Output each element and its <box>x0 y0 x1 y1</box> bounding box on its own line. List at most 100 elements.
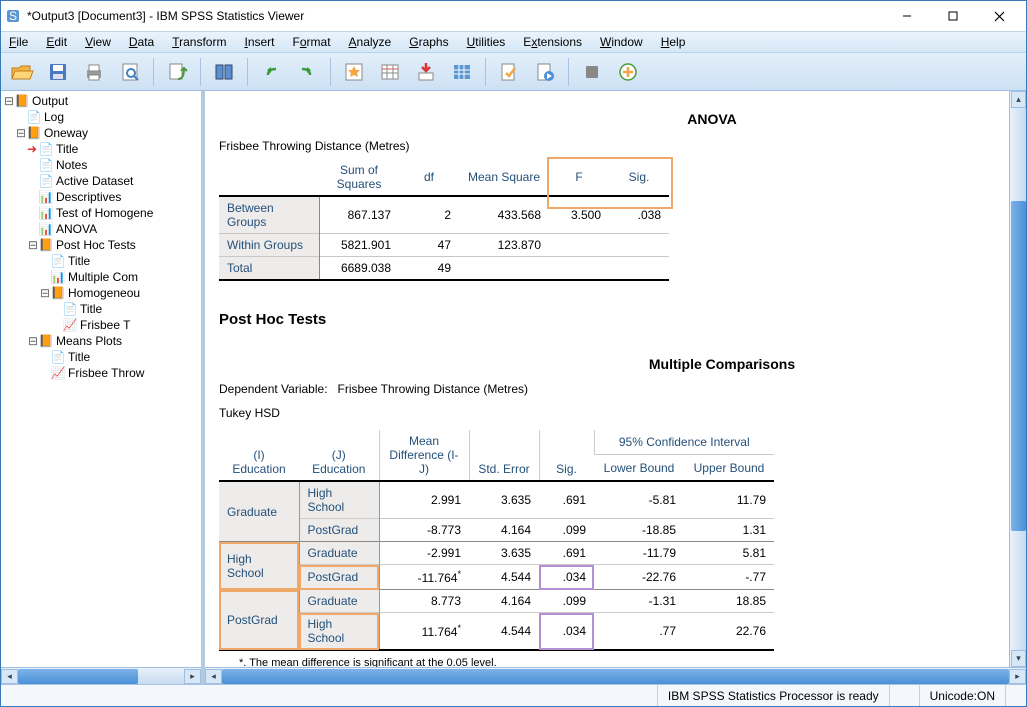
col-sig: Sig. <box>609 159 669 196</box>
minimize-button[interactable] <box>884 1 930 31</box>
col-ss: Sum of Squares <box>319 159 399 196</box>
col-se: Std. Error <box>469 430 539 481</box>
mc-footnote: *. The mean difference is significant at… <box>239 657 995 667</box>
grp-postgrad: PostGrad <box>219 590 299 651</box>
menu-data[interactable]: Data <box>129 35 154 49</box>
close-button[interactable] <box>976 1 1022 31</box>
tree-oneway[interactable]: Oneway <box>44 126 88 140</box>
menu-format[interactable]: Format <box>293 35 331 49</box>
row-total: Total <box>219 257 319 281</box>
col-md: Mean Difference (I-J) <box>379 430 469 481</box>
app-icon: S <box>5 8 21 24</box>
col-sig2: Sig. <box>539 430 594 481</box>
save-icon[interactable] <box>43 57 73 87</box>
menu-utilities[interactable]: Utilities <box>467 35 506 49</box>
table-node-icon: 📊 <box>51 270 65 284</box>
col-j: (J) Education <box>299 430 379 481</box>
output-viewer[interactable]: ANOVA Frisbee Throwing Distance (Metres)… <box>205 91 1009 667</box>
tree-homo[interactable]: Test of Homogene <box>56 206 153 220</box>
depvar: Frisbee Throwing Distance (Metres) <box>338 382 529 396</box>
col-df: df <box>399 159 459 196</box>
menu-analyze[interactable]: Analyze <box>349 35 392 49</box>
tree-means[interactable]: Means Plots <box>56 334 122 348</box>
chart-icon[interactable] <box>339 57 369 87</box>
doc-play-icon[interactable] <box>530 57 560 87</box>
print-icon[interactable] <box>79 57 109 87</box>
tree-descriptives[interactable]: Descriptives <box>56 190 121 204</box>
main-hscroll[interactable]: ◂ ▸ <box>205 667 1026 684</box>
tree-output[interactable]: Output <box>32 94 68 108</box>
folder-icon: 📙 <box>39 238 53 252</box>
chart-node-icon: 📈 <box>63 318 77 332</box>
dataset-icon: 📄 <box>39 174 53 188</box>
dialog-icon[interactable] <box>209 57 239 87</box>
insert-down-icon[interactable] <box>411 57 441 87</box>
preview-icon[interactable] <box>115 57 145 87</box>
menu-file[interactable]: FFileile <box>9 35 28 49</box>
col-ci: 95% Confidence Interval <box>594 430 774 455</box>
grp-graduate: Graduate <box>219 481 299 542</box>
row-within: Within Groups <box>219 234 319 257</box>
tree-mp-title[interactable]: Title <box>68 350 90 364</box>
menu-view[interactable]: View <box>85 35 111 49</box>
menu-window[interactable]: Window <box>600 35 643 49</box>
table-node-icon: 📊 <box>39 222 53 236</box>
chart-node-icon: 📈 <box>51 366 65 380</box>
tree-hs-title[interactable]: Title <box>80 302 102 316</box>
tree-frisbee[interactable]: Frisbee T <box>80 318 130 332</box>
outline-sidebar: ⊟📙Output 📄Log ⊟📙Oneway ➜📄Title 📄Notes 📄A… <box>1 91 205 684</box>
mc-heading: Multiple Comparisons <box>449 356 995 372</box>
grp-highschool: High School <box>219 542 299 590</box>
col-i: (I) Education <box>219 430 299 481</box>
stop-icon[interactable] <box>577 57 607 87</box>
tree-title[interactable]: Title <box>56 142 78 156</box>
mc-table: (I) Education (J) Education Mean Differe… <box>219 430 774 651</box>
tree-anova[interactable]: ANOVA <box>56 222 97 236</box>
outline-tree[interactable]: ⊟📙Output 📄Log ⊟📙Oneway ➜📄Title 📄Notes 📄A… <box>1 91 201 667</box>
tree-notes[interactable]: Notes <box>56 158 87 172</box>
status-ready: IBM SPSS Statistics Processor is ready <box>657 685 889 706</box>
tree-active[interactable]: Active Dataset <box>56 174 133 188</box>
maximize-button[interactable] <box>930 1 976 31</box>
table-node-icon: 📊 <box>39 206 53 220</box>
menu-help[interactable]: Help <box>661 35 686 49</box>
title-icon: 📄 <box>63 302 77 316</box>
col-ub: Upper Bound <box>684 455 774 481</box>
grid-icon[interactable] <box>447 57 477 87</box>
tree-multcomp[interactable]: Multiple Com <box>68 270 138 284</box>
table-icon[interactable] <box>375 57 405 87</box>
doc-check-icon[interactable] <box>494 57 524 87</box>
tree-ph-title[interactable]: Title <box>68 254 90 268</box>
titlebar[interactable]: S *Output3 [Document3] - IBM SPSS Statis… <box>1 1 1026 31</box>
log-icon: 📄 <box>27 110 41 124</box>
sidebar-hscroll[interactable]: ◂ ▸ <box>1 667 201 684</box>
menu-transform[interactable]: Transform <box>172 35 226 49</box>
tree-log[interactable]: Log <box>44 110 64 124</box>
anova-table: Sum of Squares df Mean Square F Sig. Bet… <box>219 159 669 281</box>
menu-edit[interactable]: Edit <box>46 35 67 49</box>
posthoc-heading: Post Hoc Tests <box>219 311 995 328</box>
svg-text:S: S <box>9 9 17 23</box>
tree-mp-frisbee[interactable]: Frisbee Throw <box>68 366 144 380</box>
tree-homosub[interactable]: Homogeneou <box>68 286 140 300</box>
redo-icon[interactable] <box>292 57 322 87</box>
col-ms: Mean Square <box>459 159 549 196</box>
status-unicode: Unicode:ON <box>919 685 1005 706</box>
main-vscroll[interactable]: ▴ ▾ <box>1009 91 1026 667</box>
table-node-icon: 📊 <box>39 190 53 204</box>
window-title: *Output3 [Document3] - IBM SPSS Statisti… <box>27 9 884 23</box>
menu-insert[interactable]: Insert <box>244 35 274 49</box>
open-icon[interactable] <box>7 57 37 87</box>
tree-posthoc[interactable]: Post Hoc Tests <box>56 238 136 252</box>
col-lb: Lower Bound <box>594 455 684 481</box>
export-icon[interactable] <box>162 57 192 87</box>
folder-icon: 📙 <box>39 334 53 348</box>
menu-extensions[interactable]: Extensions <box>523 35 582 49</box>
anova-caption: Frisbee Throwing Distance (Metres) <box>219 139 995 153</box>
menubar: FFileile Edit View Data Transform Insert… <box>1 31 1026 53</box>
add-icon[interactable] <box>613 57 643 87</box>
mc-method: Tukey HSD <box>219 406 995 420</box>
notes-icon: 📄 <box>39 158 53 172</box>
undo-icon[interactable] <box>256 57 286 87</box>
menu-graphs[interactable]: Graphs <box>409 35 448 49</box>
